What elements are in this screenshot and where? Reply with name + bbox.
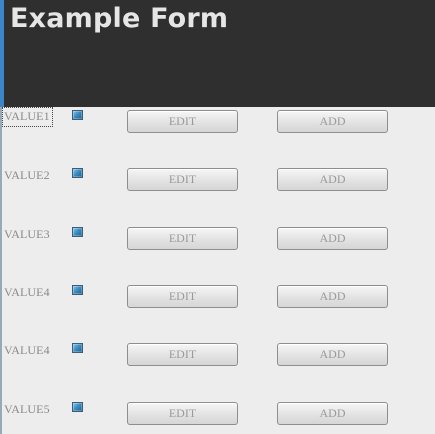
blue-square-icon[interactable]	[72, 227, 83, 237]
edit-button[interactable]: EDIT	[127, 285, 238, 308]
edit-button[interactable]: EDIT	[127, 168, 238, 191]
form-row: VALUE1 EDIT ADD	[0, 107, 435, 136]
blue-square-icon[interactable]	[72, 402, 83, 412]
row-label[interactable]: VALUE3	[4, 227, 50, 242]
blue-square-icon[interactable]	[72, 285, 83, 295]
page-title: Example Form	[10, 3, 229, 34]
left-border	[0, 107, 2, 434]
add-button[interactable]: ADD	[277, 168, 388, 191]
blue-square-icon[interactable]	[72, 110, 83, 120]
edit-button[interactable]: EDIT	[127, 402, 238, 425]
form-row: VALUE4 EDIT ADD	[0, 341, 435, 369]
row-label[interactable]: VALUE4	[4, 343, 50, 358]
header-bar: Example Form	[0, 0, 435, 107]
blue-square-icon[interactable]	[72, 343, 83, 353]
add-button[interactable]: ADD	[277, 110, 388, 133]
form-row: VALUE4 EDIT ADD	[0, 283, 435, 311]
add-button[interactable]: ADD	[277, 343, 388, 366]
edit-button[interactable]: EDIT	[127, 343, 238, 366]
row-label[interactable]: VALUE5	[4, 402, 50, 417]
form-row: VALUE3 EDIT ADD	[0, 225, 435, 253]
edit-button[interactable]: EDIT	[127, 110, 238, 133]
add-button[interactable]: ADD	[277, 227, 388, 250]
row-label[interactable]: VALUE4	[4, 285, 50, 300]
add-button[interactable]: ADD	[277, 402, 388, 425]
row-label[interactable]: VALUE1	[2, 107, 53, 127]
header-accent-edge	[0, 0, 4, 107]
form-row: VALUE5 EDIT ADD	[0, 400, 435, 428]
edit-button[interactable]: EDIT	[127, 227, 238, 250]
form-row: VALUE2 EDIT ADD	[0, 166, 435, 194]
add-button[interactable]: ADD	[277, 285, 388, 308]
blue-square-icon[interactable]	[72, 168, 83, 178]
row-label[interactable]: VALUE2	[4, 168, 50, 183]
